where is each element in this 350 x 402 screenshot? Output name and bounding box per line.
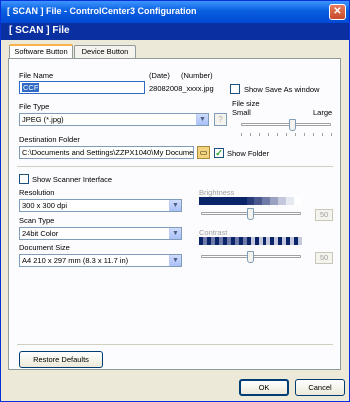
chevron-down-icon: ▼ — [169, 255, 181, 266]
ok-button[interactable]: OK — [239, 379, 289, 396]
resolution-label: Resolution — [19, 188, 55, 197]
brightness-swatch — [254, 197, 263, 205]
configuration-window: [ SCAN ] File - ControlCenter3 Configura… — [0, 0, 350, 402]
brightness-swatch — [278, 197, 287, 205]
divider — [17, 166, 333, 167]
slider-tick — [277, 133, 278, 136]
date-label: (Date) — [149, 71, 170, 80]
destination-folder-label: Destination Folder — [19, 135, 80, 144]
brightness-swatch — [294, 197, 302, 205]
brightness-swatch — [222, 197, 231, 205]
tab-software-button[interactable]: Software Button — [9, 44, 73, 59]
scan-type-select[interactable]: 24bit Color ▼ — [19, 227, 182, 240]
show-scanner-interface-checkbox[interactable] — [19, 174, 29, 184]
slider-tick — [286, 133, 287, 136]
file-size-track — [241, 123, 331, 126]
document-size-value: A4 210 x 297 mm (8.3 x 11.7 in) — [22, 256, 129, 265]
brightness-swatch — [199, 197, 207, 205]
brightness-swatch — [230, 197, 239, 205]
close-button[interactable]: ✕ — [329, 4, 346, 20]
question-icon: ? — [218, 115, 223, 124]
number-label: (Number) — [181, 71, 213, 80]
file-size-large-label: Large — [313, 108, 333, 117]
checkmark-icon: ✓ — [215, 148, 223, 158]
slider-tick — [259, 133, 260, 136]
header-bar: [ SCAN ] File — [1, 23, 349, 40]
contrast-slider — [247, 251, 254, 263]
brightness-gradient-icon — [199, 197, 302, 205]
title-bar[interactable]: [ SCAN ] File - ControlCenter3 Configura… — [1, 1, 349, 23]
close-icon: ✕ — [333, 6, 342, 17]
show-folder-label: Show Folder — [227, 149, 270, 158]
document-size-select[interactable]: A4 210 x 297 mm (8.3 x 11.7 in) ▼ — [19, 254, 182, 267]
contrast-value-field: 50 — [315, 252, 333, 264]
file-size-label: File size — [232, 99, 260, 108]
brightness-swatch — [238, 197, 247, 205]
resolution-value: 300 x 300 dpi — [22, 201, 68, 210]
brightness-swatch — [270, 197, 279, 205]
show-folder-checkbox[interactable]: ✓ — [214, 148, 224, 158]
cancel-button[interactable]: Cancel — [295, 379, 345, 396]
chevron-down-icon: ▼ — [169, 200, 181, 211]
file-size-ticks — [241, 133, 332, 136]
file-name-value: CCF — [22, 83, 40, 92]
settings-panel: File Name (Date) (Number) CCF 28082008_x… — [8, 58, 341, 370]
document-size-label: Document Size — [19, 243, 70, 252]
brightness-value-field: 50 — [315, 209, 333, 221]
destination-folder-input[interactable]: C:\Documents and Settings\ZZPX1040\My Do… — [19, 146, 194, 159]
slider-tick — [322, 133, 323, 136]
slider-tick — [268, 133, 269, 136]
chevron-down-icon: ▼ — [169, 228, 181, 239]
file-type-value: JPEG (*.jpg) — [22, 115, 64, 124]
file-name-label: File Name — [19, 71, 54, 80]
brightness-label: Brightness — [199, 188, 235, 197]
file-type-label: File Type — [19, 102, 50, 111]
file-name-input[interactable]: CCF — [19, 81, 145, 94]
show-save-as-label: Show Save As window — [244, 85, 320, 94]
contrast-label: Contrast — [199, 228, 228, 237]
brightness-swatch — [286, 197, 295, 205]
chevron-down-icon: ▼ — [196, 114, 208, 125]
file-size-slider[interactable] — [289, 119, 297, 131]
contrast-stripe — [298, 237, 303, 245]
slider-tick — [331, 133, 332, 136]
file-size-small-label: Small — [232, 108, 251, 117]
slider-tick — [295, 133, 296, 136]
restore-defaults-button[interactable]: Restore Defaults — [19, 351, 103, 368]
header-title: [ SCAN ] File — [9, 25, 70, 36]
brightness-swatch — [206, 197, 215, 205]
brightness-slider — [247, 208, 254, 220]
scan-type-label: Scan Type — [19, 216, 55, 225]
show-scanner-interface-label: Show Scanner Interface — [32, 175, 113, 184]
brightness-swatch — [246, 197, 255, 205]
show-save-as-checkbox[interactable] — [230, 84, 240, 94]
slider-tick — [241, 133, 242, 136]
browse-folder-button[interactable]: ▭ — [197, 146, 210, 159]
brightness-swatch — [214, 197, 223, 205]
resolution-select[interactable]: 300 x 300 dpi ▼ — [19, 199, 182, 212]
divider — [17, 344, 333, 345]
folder-icon: ▭ — [199, 148, 208, 157]
window-title: [ SCAN ] File - ControlCenter3 Configura… — [7, 6, 197, 16]
file-name-suffix: 28082008_xxxx.jpg — [149, 84, 214, 93]
contrast-pattern-icon — [199, 237, 303, 245]
slider-tick — [250, 133, 251, 136]
help-button[interactable]: ? — [214, 113, 227, 126]
slider-tick — [304, 133, 305, 136]
file-type-select[interactable]: JPEG (*.jpg) ▼ — [19, 113, 209, 126]
tab-device-button[interactable]: Device Button — [74, 45, 136, 59]
brightness-swatch — [262, 197, 271, 205]
slider-tick — [313, 133, 314, 136]
scan-type-value: 24bit Color — [22, 229, 59, 238]
